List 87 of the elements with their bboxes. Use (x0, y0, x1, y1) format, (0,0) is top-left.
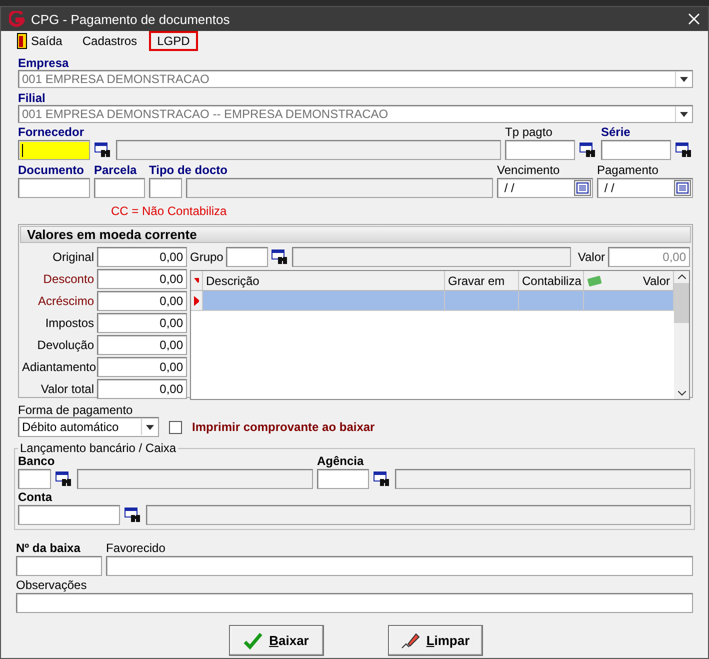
field-label: Adiantamento (22, 360, 94, 374)
panel-header: Valores em moeda corrente (20, 226, 691, 243)
field-label: Desconto (42, 272, 94, 286)
field-label: Vencimento (497, 164, 561, 177)
checkbox-label: Imprimir comprovante ao baixar (192, 420, 375, 434)
row-pointer-icon (194, 296, 199, 306)
column-header[interactable]: Contabiliza (519, 271, 584, 290)
column-header[interactable]: Gravar em (445, 271, 519, 290)
text-cursor (22, 144, 23, 156)
field-label: Filial (18, 92, 46, 105)
payment-dropdown[interactable]: Débito automático (18, 417, 159, 437)
field-label: Grupo (190, 250, 224, 264)
amount-field[interactable]: 0,00 (608, 247, 690, 267)
field-label: Observações (16, 579, 88, 592)
input-field[interactable] (18, 140, 90, 160)
field-label: Nº da baixa (16, 542, 82, 555)
binoculars-icon[interactable] (55, 471, 73, 487)
field-label: Pagamento (597, 164, 660, 177)
input-field[interactable] (226, 247, 268, 267)
money-icon (587, 274, 603, 286)
checkmark-icon (243, 632, 264, 650)
field-label: Agência (317, 455, 365, 468)
field-label: Devolução (36, 338, 94, 352)
scrollbar[interactable] (674, 271, 689, 399)
input-field[interactable] (106, 556, 693, 576)
scroll-up-icon[interactable] (678, 274, 686, 279)
amount-field[interactable]: 0,00 (97, 269, 187, 289)
menu-item[interactable]: LGPD (149, 31, 198, 51)
field-label: Conta (18, 491, 54, 504)
binoculars-icon[interactable] (124, 507, 142, 523)
input-field[interactable] (601, 140, 671, 160)
binoculars-icon[interactable] (271, 249, 290, 265)
amount-field[interactable]: 0,00 (97, 247, 187, 267)
amount-field[interactable]: 0,00 (97, 291, 187, 311)
date-field[interactable]: / / (597, 178, 693, 198)
door-icon (17, 33, 27, 49)
input-field[interactable] (18, 178, 90, 198)
field-label: Acréscimo (36, 294, 94, 308)
input-field[interactable] (505, 140, 575, 160)
menu-item[interactable]: Cadastros (74, 31, 146, 51)
field-label: Tipo de docto (149, 164, 228, 177)
calendar-icon[interactable] (574, 180, 591, 196)
field-label: Forma de pagamento (18, 404, 134, 417)
field-label: Valor total (40, 382, 94, 396)
app-logo-icon (9, 11, 25, 27)
amount-field[interactable]: 0,00 (97, 313, 187, 333)
panel-title: Lançamento bancário / Caixa (19, 441, 178, 455)
binoculars-icon[interactable] (675, 142, 693, 158)
field-label: Documento (18, 164, 85, 177)
input-field[interactable] (18, 505, 120, 525)
field-label: Série (601, 126, 632, 139)
field-label: Favorecido (106, 542, 166, 555)
note-text: CC = Não Contabiliza (111, 204, 228, 218)
input-field[interactable] (16, 593, 693, 613)
input-field[interactable] (18, 469, 51, 489)
amount-field[interactable]: 0,00 (97, 379, 187, 399)
field-label: Empresa (18, 57, 70, 70)
field-label: Parcela (94, 164, 138, 177)
field-label: Fornecedor (18, 126, 86, 139)
field-label: Impostos (44, 316, 94, 330)
input-field[interactable] (94, 178, 145, 198)
input-field[interactable] (317, 469, 369, 489)
checkbox[interactable] (169, 420, 182, 434)
field-label: Valor (578, 250, 605, 264)
field-label: Tp pagto (505, 126, 554, 139)
sort-icon[interactable] (191, 271, 203, 290)
confirm-button[interactable]: Baixar (228, 625, 324, 656)
field-label: Banco (18, 455, 55, 468)
calendar-icon[interactable] (674, 180, 691, 196)
company-dropdown[interactable]: 001 EMPRESA DEMONSTRACAO (18, 70, 693, 88)
menu-item[interactable]: Saída (9, 30, 70, 52)
branch-dropdown[interactable]: 001 EMPRESA DEMONSTRACAO -- EMPRESA DEMONSTRACAO (18, 105, 693, 123)
clear-button[interactable]: Limpar (388, 625, 482, 656)
amount-field[interactable]: 0,00 (97, 357, 187, 377)
input-field[interactable] (149, 178, 182, 198)
binoculars-icon[interactable] (373, 471, 391, 487)
eraser-icon (400, 632, 420, 650)
field-label: Original (52, 250, 94, 264)
binoculars-icon[interactable] (579, 142, 597, 158)
input-field[interactable] (16, 556, 102, 576)
window-title: CPG - Pagamento de documentos (31, 12, 231, 26)
scroll-down-icon[interactable] (678, 391, 686, 396)
column-header[interactable]: Descrição (203, 271, 445, 290)
date-field[interactable]: / / (497, 178, 593, 198)
amount-field[interactable]: 0,00 (97, 335, 187, 355)
binoculars-icon[interactable] (94, 142, 112, 158)
close-icon[interactable] (688, 13, 700, 25)
